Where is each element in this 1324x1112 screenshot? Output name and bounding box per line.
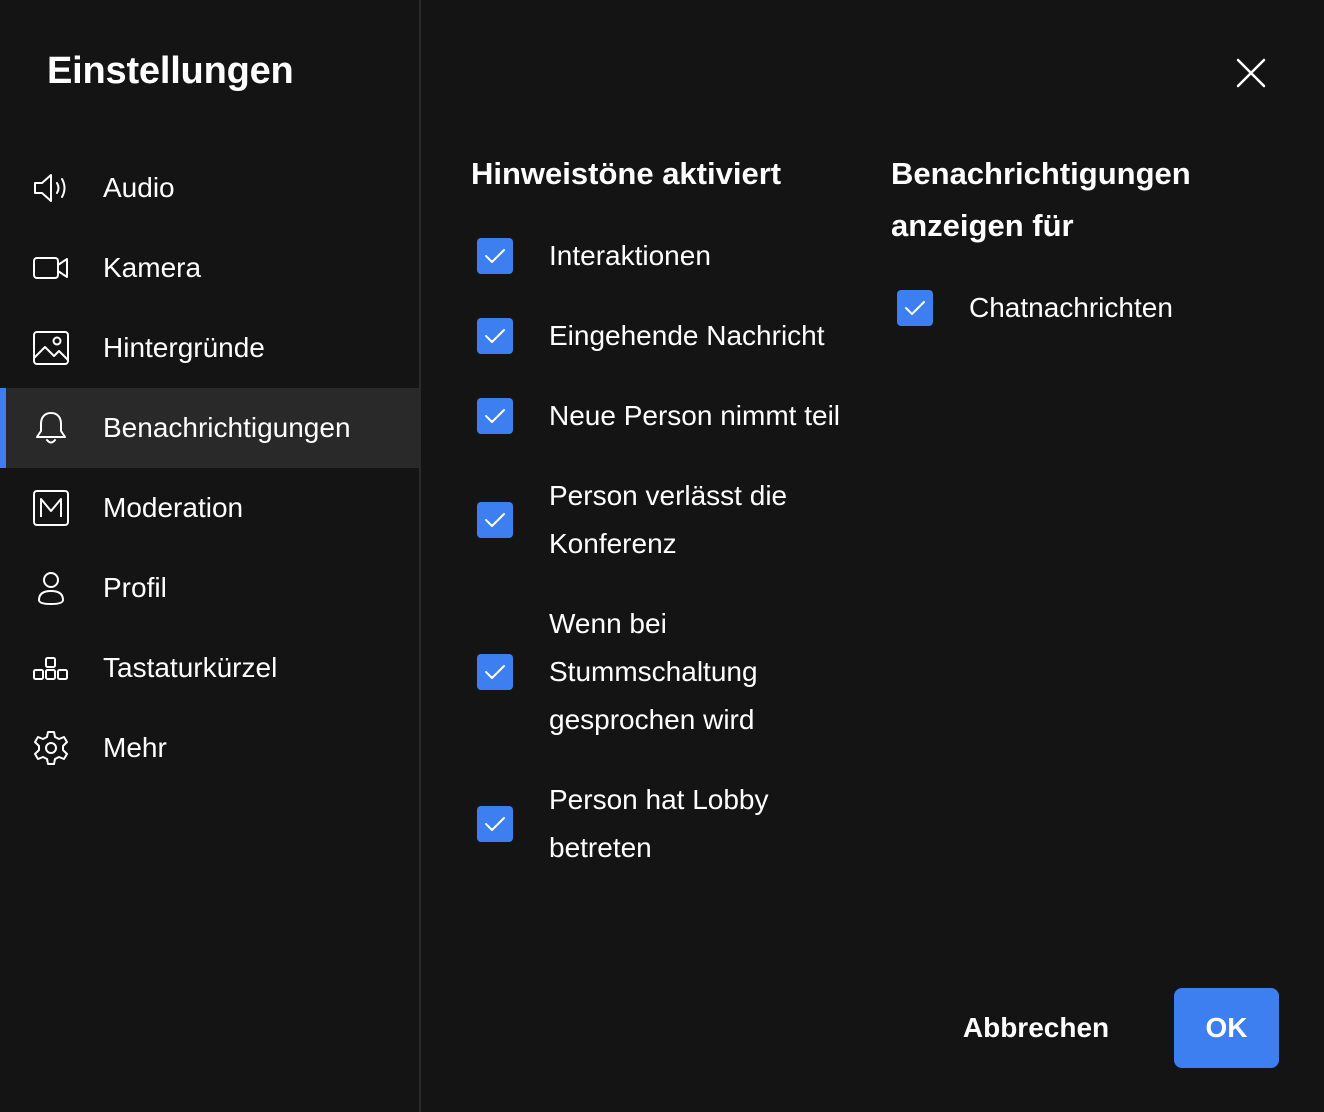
checkbox-checked[interactable]: [477, 398, 513, 434]
sidebar-nav: Audio Kamera Hintergründe Benachrichtigu…: [0, 148, 421, 788]
ok-button[interactable]: OK: [1174, 988, 1279, 1068]
checkbox-checked[interactable]: [897, 290, 933, 326]
sidebar-item-shortcuts[interactable]: Tastaturkürzel: [0, 628, 421, 708]
checkbox-checked[interactable]: [477, 654, 513, 690]
sidebar-item-backgrounds[interactable]: Hintergründe: [0, 308, 421, 388]
sidebar-item-label: Kamera: [103, 252, 202, 283]
option-label: Chatnachrichten: [969, 292, 1173, 323]
sidebar-item-label: Benachrichtigungen: [103, 412, 351, 443]
user-icon: [32, 570, 70, 606]
sidebar-item-camera[interactable]: Kamera: [0, 228, 421, 308]
camera-icon: [32, 250, 70, 286]
close-icon: [1236, 58, 1266, 88]
settings-dialog: Einstellungen Audio Kamera Hintergründe …: [0, 0, 1324, 1112]
image-icon: [32, 330, 70, 366]
option-label: Eingehende Nachricht: [549, 320, 825, 351]
check-icon: [485, 817, 505, 831]
option-label: Neue Person nimmt teil: [549, 400, 841, 431]
checkbox-checked[interactable]: [477, 318, 513, 354]
cancel-button[interactable]: Abbrechen: [948, 988, 1124, 1068]
sidebar-item-moderation[interactable]: Moderation: [0, 468, 421, 548]
sounds-section-title: Hinweistöne aktiviert: [471, 156, 782, 191]
sidebar-item-more[interactable]: Mehr: [0, 708, 421, 788]
sidebar-item-audio[interactable]: Audio: [0, 148, 421, 228]
sidebar-item-notifications[interactable]: Benachrichtigungen: [0, 388, 421, 468]
sidebar-item-label: Audio: [103, 172, 175, 203]
sidebar: Einstellungen Audio Kamera Hintergründe …: [0, 0, 421, 1112]
sidebar-item-profile[interactable]: Profil: [0, 548, 421, 628]
check-icon: [485, 513, 505, 527]
check-icon: [485, 249, 505, 263]
notifications-section-title: Benachrichtigungen anzeigen für: [891, 156, 1191, 243]
sidebar-item-label: Moderation: [103, 492, 244, 523]
option-label: Person hat Lobby betreten: [549, 784, 769, 863]
check-icon: [485, 665, 505, 679]
gear-icon: [32, 730, 70, 766]
close-button[interactable]: [1230, 52, 1272, 94]
dialog-title: Einstellungen: [47, 50, 294, 92]
option-label: Interaktionen: [549, 240, 711, 271]
shortcuts-icon: [32, 650, 70, 686]
checkbox-checked[interactable]: [477, 806, 513, 842]
option-label: Wenn bei Stummschaltung gesprochen wird: [549, 608, 758, 735]
moderation-icon: [32, 490, 70, 526]
sidebar-item-label: Profil: [103, 572, 167, 603]
speaker-icon: [32, 170, 70, 206]
sidebar-item-label: Mehr: [103, 732, 167, 763]
sidebar-item-label: Tastaturkürzel: [103, 652, 278, 683]
checkbox-checked[interactable]: [477, 502, 513, 538]
bell-icon: [32, 410, 70, 446]
checkbox-checked[interactable]: [477, 238, 513, 274]
sidebar-item-label: Hintergründe: [103, 332, 265, 363]
check-icon: [485, 409, 505, 423]
check-icon: [905, 301, 925, 315]
option-label: Person verlässt die Konferenz: [549, 480, 788, 559]
check-icon: [485, 329, 505, 343]
